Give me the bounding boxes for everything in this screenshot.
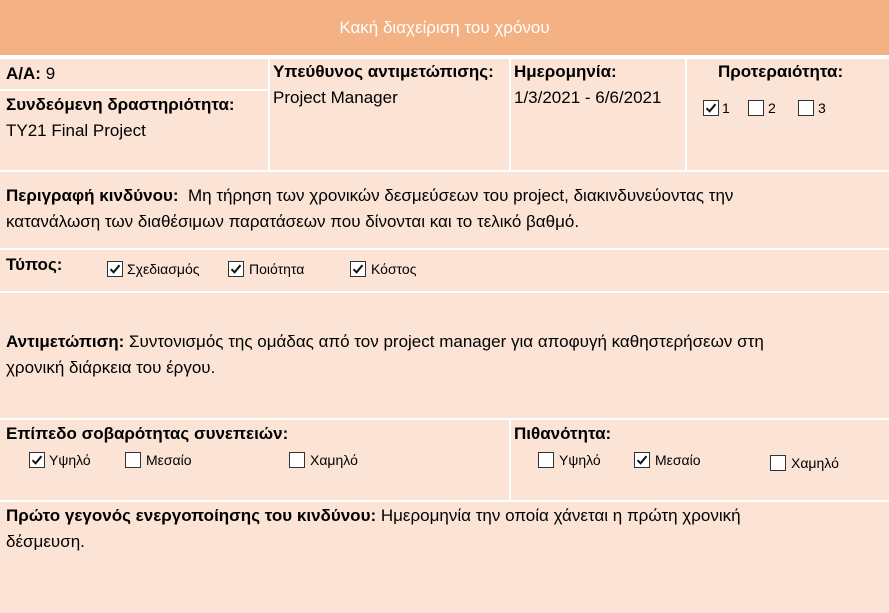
severity-label: Επίπεδο σοβαρότητας συνεπειών: (6, 424, 289, 443)
type-label: Τύπος: (6, 255, 63, 274)
severity-checkbox[interactable] (29, 452, 45, 468)
divider (0, 500, 889, 502)
priority-checkbox[interactable] (703, 100, 719, 116)
divider (509, 419, 511, 501)
trigger-text-1: Ημερομηνία την οποία χάνεται η πρώτη χρο… (380, 506, 741, 525)
severity-option-label: Υψηλό (49, 452, 91, 468)
divider (0, 89, 268, 91)
form-title: Κακή διαχείριση του χρόνου (0, 0, 889, 57)
trigger-line1: Πρώτο γεγονός ενεργοποίησης του κινδύνου… (6, 503, 741, 529)
priority-option-label: 2 (768, 100, 776, 116)
description-line1: Περιγραφή κινδύνου: Μη τήρηση των χρονικ… (6, 183, 733, 209)
description-text-1: Μη τήρηση των χρονικών δεσμεύσεων του pr… (188, 186, 734, 205)
description-text-2: κατανάλωση των διαθέσιμων παρατάσεων που… (6, 212, 580, 231)
checkmark-icon (109, 264, 121, 274)
date-value: 1/3/2021 - 6/6/2021 (514, 88, 662, 107)
severity-option-label: Χαμηλό (310, 452, 358, 468)
checkmark-icon (352, 264, 364, 274)
probability-checkbox[interactable] (538, 452, 554, 468)
severity-checkbox[interactable] (125, 452, 141, 468)
priority-checkbox[interactable] (798, 100, 814, 116)
priority-label: Προτεραιότητα: (718, 62, 844, 81)
divider (509, 57, 511, 171)
severity-option-label: Μεσαίο (146, 452, 192, 468)
response-line1: Αντιμετώπιση: Συντονισμός της ομάδας από… (6, 329, 764, 355)
date-label: Ημερομηνία: (514, 62, 617, 81)
risk-form: Κακή διαχείριση του χρόνου Α/Α: 9 Συνδεό… (0, 0, 889, 613)
probability-option-label: Χαμηλό (791, 455, 839, 471)
divider (268, 57, 270, 171)
severity-checkbox[interactable] (289, 452, 305, 468)
owner-value: Project Manager (273, 88, 398, 107)
probability-checkbox[interactable] (770, 455, 786, 471)
response-text-1: Συντονισμός της ομάδας από τον project m… (129, 332, 764, 351)
response-text-2: χρονική διάρκεια του έργου. (6, 358, 216, 377)
activity-label: Συνδεόμενη δραστηριότητα: (6, 95, 235, 114)
aa-value: 9 (45, 64, 56, 83)
checkmark-icon (230, 264, 242, 274)
trigger-text-2: δέσμευση. (6, 532, 85, 551)
divider (0, 418, 889, 420)
probability-option-label: Υψηλό (559, 452, 601, 468)
trigger-label: Πρώτο γεγονός ενεργοποίησης του κινδύνου… (6, 506, 377, 525)
type-checkbox[interactable] (107, 261, 123, 277)
type-option-label: Ποιότητα (249, 261, 305, 277)
probability-checkbox[interactable] (634, 452, 650, 468)
probability-label: Πιθανότητα: (514, 424, 612, 443)
priority-option-label: 3 (818, 100, 826, 116)
response-label: Αντιμετώπιση: (6, 332, 125, 351)
activity-value: ΤΥ21 Final Project (6, 121, 146, 140)
checkmark-icon (636, 455, 648, 465)
type-checkbox[interactable] (350, 261, 366, 277)
priority-option-label: 1 (722, 100, 730, 116)
type-option-label: Σχεδιασμός (127, 261, 200, 277)
description-label: Περιγραφή κινδύνου: (6, 186, 179, 205)
type-checkbox[interactable] (228, 261, 244, 277)
priority-checkbox[interactable] (748, 100, 764, 116)
type-option-label: Κόστος (371, 261, 417, 277)
probability-option-label: Μεσαίο (655, 452, 701, 468)
checkmark-icon (705, 103, 717, 113)
divider (0, 170, 889, 172)
divider (0, 248, 889, 250)
divider (0, 291, 889, 293)
divider (685, 57, 687, 171)
checkmark-icon (31, 455, 43, 465)
aa-label: Α/Α: (6, 64, 41, 83)
owner-label: Υπεύθυνος αντιμετώπισης: (273, 62, 494, 81)
aa-field: Α/Α: 9 (6, 61, 55, 87)
